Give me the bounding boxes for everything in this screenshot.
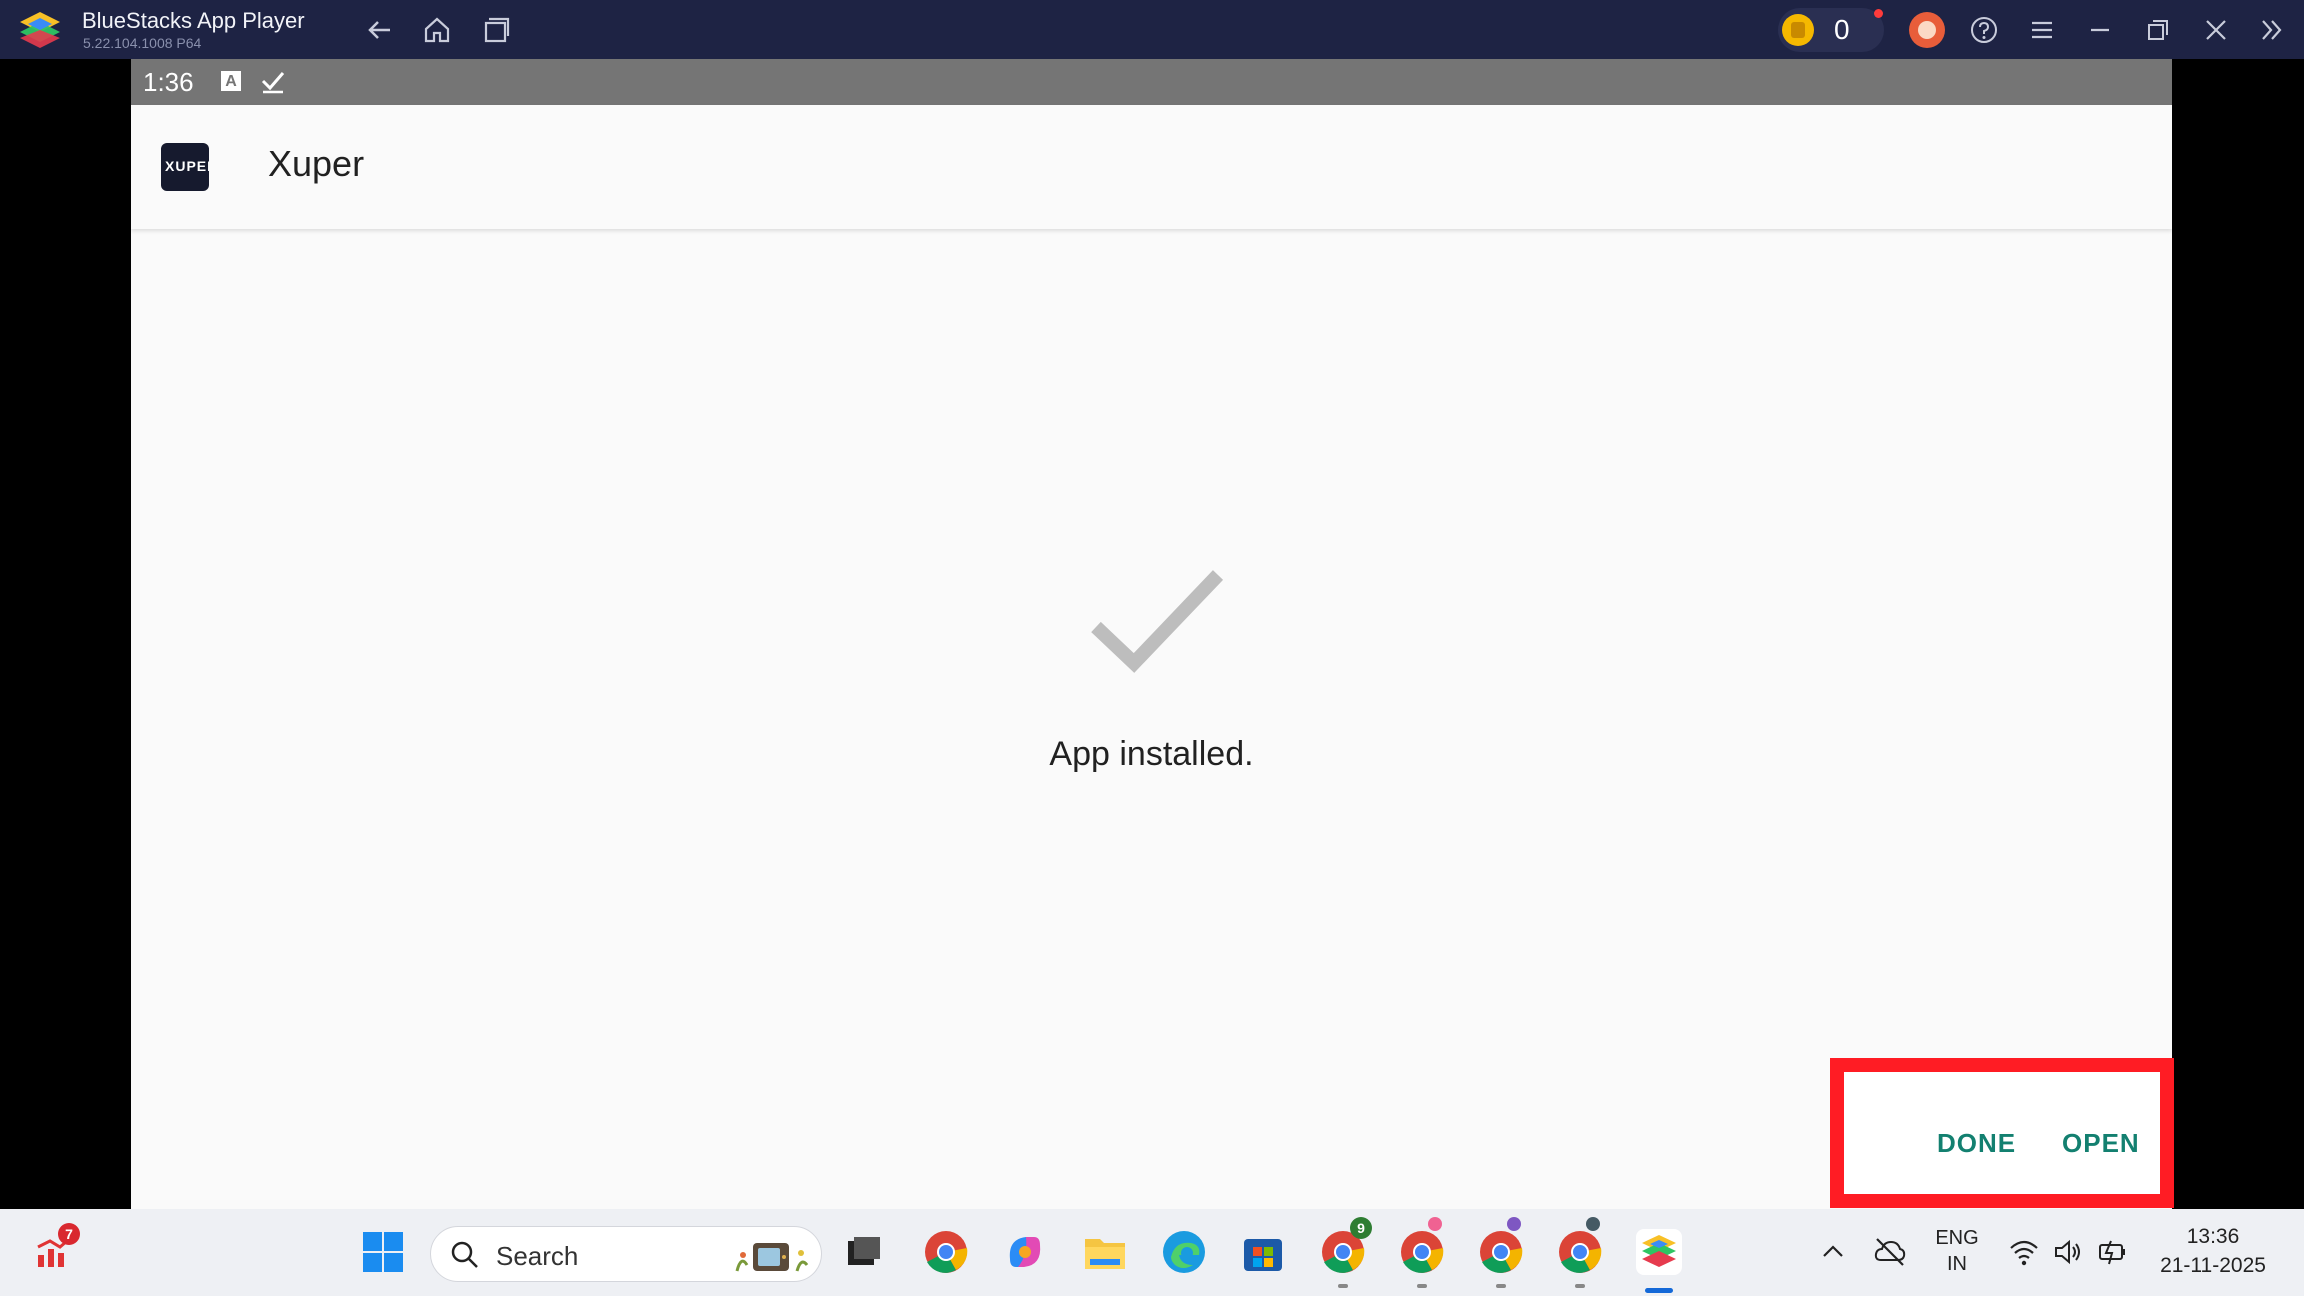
status-a-icon: A [221,71,241,91]
chrome-profile-4-icon[interactable] [1557,1229,1603,1275]
open-button[interactable]: OPEN [2062,1128,2140,1159]
coin-icon [1782,14,1814,46]
home-icon[interactable] [421,14,453,46]
app-name: Xuper [268,143,365,184]
bluestacks-taskbar-icon[interactable] [1636,1229,1682,1275]
expand-sidebar-icon[interactable] [2256,14,2288,46]
menu-icon[interactable] [2026,14,2058,46]
chrome-profile-3-badge [1507,1217,1521,1231]
search-icon [449,1239,481,1271]
help-icon[interactable] [1968,14,2000,46]
installer-header: XUPER Xuper [131,105,2172,229]
chrome-icon[interactable] [923,1229,969,1275]
taskbar-clock-time[interactable]: 13:36 [2150,1225,2276,1249]
battery-charging-icon[interactable] [2096,1236,2128,1268]
windows-start-icon[interactable] [360,1229,406,1275]
status-time: 1:36 [143,67,194,97]
coin-count: 0 [1834,14,1850,45]
running-indicator [1338,1284,1348,1288]
chrome-profile-3-icon[interactable] [1478,1229,1524,1275]
wifi-icon[interactable] [2008,1236,2040,1268]
task-view-icon[interactable] [840,1229,886,1275]
xuper-app-icon: XUPER [161,143,209,191]
bluestacks-title-bar: BlueStacks App Player 5.22.104.1008 P64 … [0,0,2304,59]
search-placeholder: Search [496,1241,579,1271]
widgets-badge: 7 [58,1223,80,1245]
done-button[interactable]: DONE [1937,1128,2016,1159]
android-status-bar: 1:36 A [131,59,2172,105]
status-check-icon [259,67,287,95]
edge-icon[interactable] [1161,1229,1207,1275]
copilot-icon[interactable] [1002,1229,1048,1275]
back-icon[interactable] [364,14,396,46]
running-indicator [1496,1284,1506,1288]
volume-icon[interactable] [2052,1236,2084,1268]
region-indicator[interactable]: IN [1934,1253,1980,1276]
notification-dot [1874,9,1883,18]
recent-apps-icon[interactable] [479,14,511,46]
avatar[interactable] [1909,12,1945,48]
chrome-profile-2-badge [1428,1217,1442,1231]
cloud-off-icon[interactable] [1872,1234,1908,1270]
language-indicator[interactable]: ENG [1934,1227,1980,1250]
bluestacks-logo-icon [18,10,62,50]
microsoft-store-icon[interactable] [1240,1229,1286,1275]
close-icon[interactable] [2200,14,2232,46]
active-app-indicator [1645,1288,1673,1293]
restore-icon[interactable] [2142,14,2174,46]
chrome-profile-1-badge: 9 [1350,1217,1372,1239]
show-hidden-icons-icon[interactable] [1818,1237,1848,1267]
install-status-message: App installed. [1049,735,1254,773]
android-screen: 1:36 A XUPER Xuper App installed. [131,59,2172,1209]
window-title: BlueStacks App Player [82,8,305,33]
chrome-profile-2-icon[interactable] [1399,1229,1445,1275]
taskbar-search-box[interactable]: Search [430,1226,822,1282]
running-indicator [1575,1284,1585,1288]
windows-taskbar: 7 Search 9 ENG IN 13:36 21-11-2025 [0,1209,2304,1296]
app-icon-text: XUPER [165,158,209,174]
search-highlight-icon [731,1235,811,1275]
taskbar-clock-date[interactable]: 21-11-2025 [2150,1254,2276,1278]
chrome-profile-4-badge [1586,1217,1600,1231]
minimize-icon[interactable] [2084,14,2116,46]
installed-check-icon [1086,563,1236,693]
app-version: 5.22.104.1008 P64 [83,35,202,51]
running-indicator [1417,1284,1427,1288]
file-explorer-icon[interactable] [1082,1229,1128,1275]
